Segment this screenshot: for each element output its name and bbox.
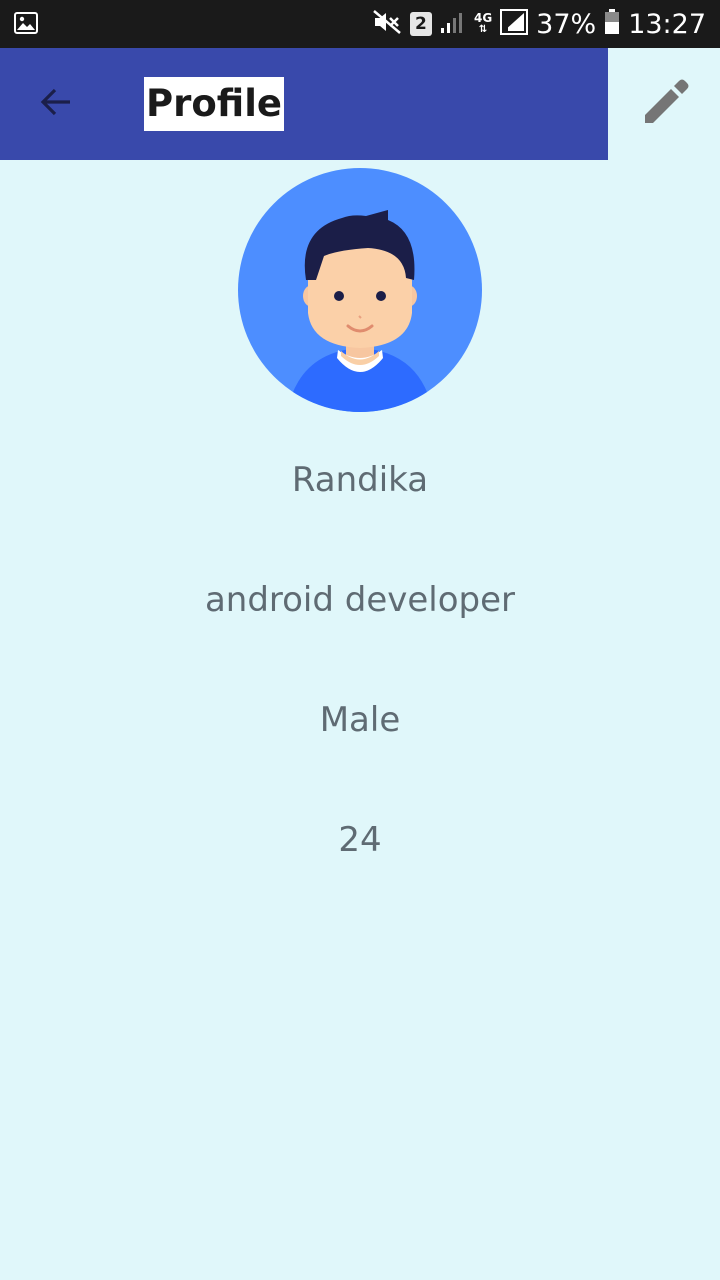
pencil-icon bbox=[637, 75, 693, 135]
network-type: 4G ⇅ bbox=[473, 11, 493, 35]
signal-icon bbox=[440, 10, 466, 38]
sim-badge: 2 bbox=[409, 12, 432, 36]
status-bar: 2 4G ⇅ 37% 13:27 bbox=[0, 0, 720, 48]
app-bar: Profile bbox=[0, 48, 608, 160]
clock: 13:27 bbox=[628, 8, 706, 40]
profile-gender: Male bbox=[319, 700, 401, 740]
gallery-icon bbox=[14, 12, 38, 38]
battery-percent: 37% bbox=[536, 8, 597, 40]
battery-icon bbox=[604, 9, 620, 39]
edit-button[interactable] bbox=[630, 70, 700, 140]
profile-age: 24 bbox=[338, 820, 382, 860]
page-title: Profile bbox=[144, 77, 284, 131]
avatar bbox=[238, 168, 482, 412]
profile-occupation: android developer bbox=[204, 580, 516, 620]
mute-icon bbox=[372, 9, 402, 39]
arrow-back-icon bbox=[38, 84, 74, 124]
status-icons: 2 4G ⇅ 37% 13:27 bbox=[372, 0, 706, 48]
back-button[interactable] bbox=[30, 82, 82, 126]
profile-name: Randika bbox=[291, 460, 429, 500]
signal-full-icon bbox=[500, 9, 529, 39]
